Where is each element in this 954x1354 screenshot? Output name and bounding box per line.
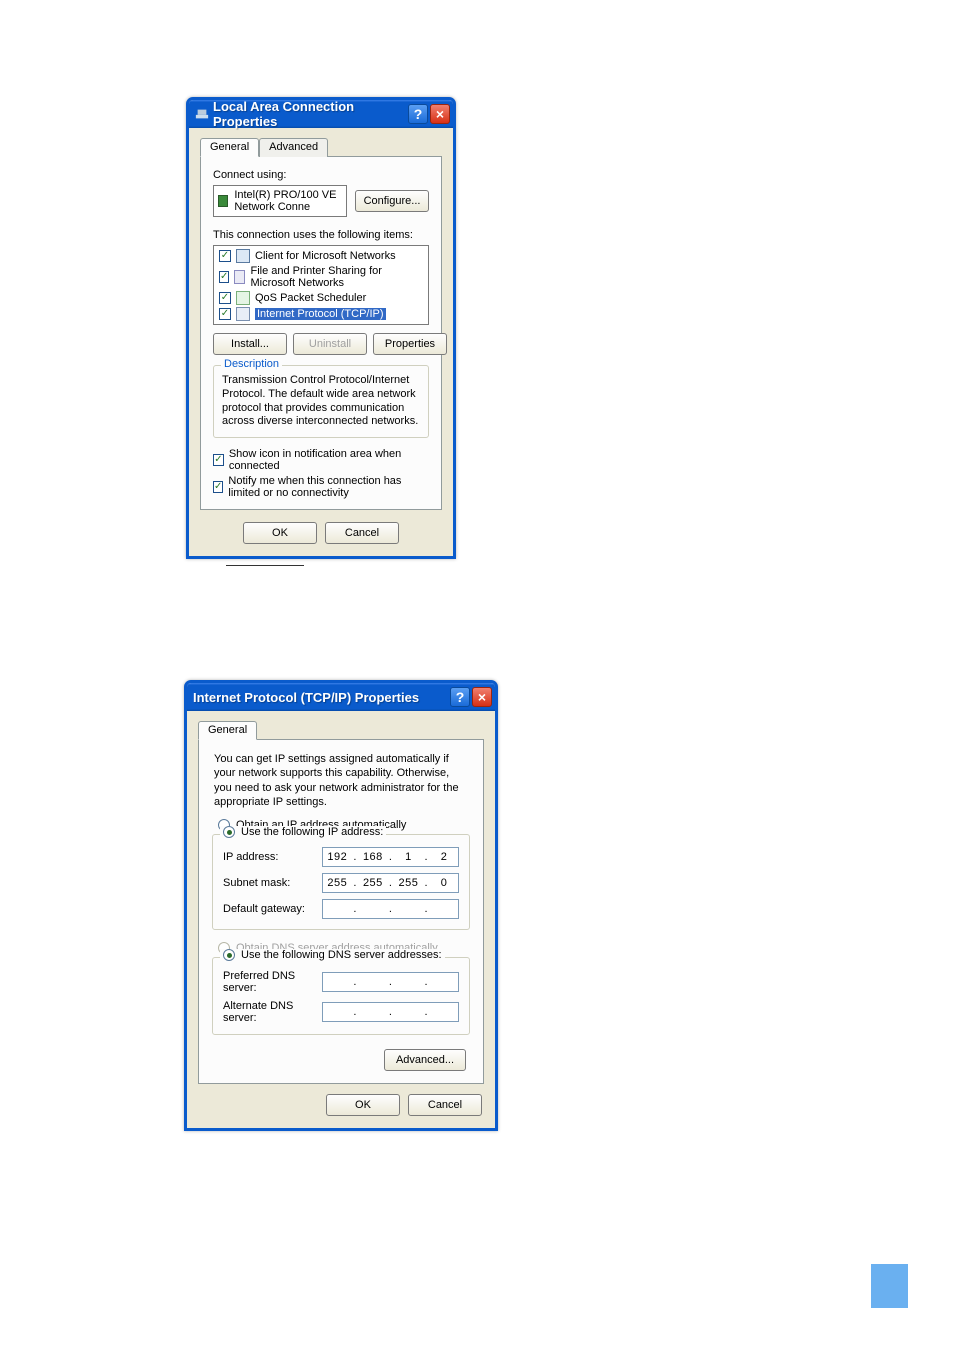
radio-label: Use the following DNS server addresses:	[241, 949, 442, 961]
ip-label: IP address:	[223, 851, 322, 863]
uses-items-label: This connection uses the following items…	[213, 229, 429, 241]
ok-button[interactable]: OK	[243, 522, 317, 544]
tab-panel-general: Connect using: Intel(R) PRO/100 VE Netwo…	[200, 156, 442, 510]
list-item[interactable]: QoS Packet Scheduler	[216, 290, 426, 306]
description-text: Transmission Control Protocol/Internet P…	[222, 374, 420, 429]
nic-icon	[218, 195, 228, 207]
gateway-label: Default gateway:	[223, 903, 322, 915]
oct[interactable]: 255	[323, 877, 351, 889]
radio-use-dns[interactable]: Use the following DNS server addresses:	[220, 949, 445, 961]
help-button[interactable]: ?	[450, 687, 470, 707]
list-item-selected[interactable]: Internet Protocol (TCP/IP)	[216, 306, 426, 322]
radio-icon[interactable]	[223, 826, 235, 838]
item-label: Client for Microsoft Networks	[255, 250, 396, 262]
titlebar: Local Area Connection Properties ? ×	[189, 100, 453, 128]
connection-icon	[195, 107, 209, 121]
checkbox[interactable]	[219, 308, 231, 320]
checkbox[interactable]	[219, 250, 231, 262]
dialog-body: General You can get IP settings assigned…	[187, 711, 495, 1128]
install-button[interactable]: Install...	[213, 333, 287, 355]
cancel-button[interactable]: Cancel	[325, 522, 399, 544]
checkbox[interactable]	[219, 292, 231, 304]
alt-dns-label: Alternate DNS server:	[223, 1000, 322, 1024]
tab-advanced[interactable]: Advanced	[259, 138, 328, 157]
ip-fieldset: Use the following IP address: IP address…	[212, 834, 470, 930]
preferred-dns-input[interactable]: . . .	[322, 972, 459, 992]
subnet-mask-input[interactable]: 255. 255. 255. 0	[322, 873, 459, 893]
item-label: Internet Protocol (TCP/IP)	[255, 308, 386, 320]
client-icon	[236, 249, 250, 263]
cancel-button[interactable]: Cancel	[408, 1094, 482, 1116]
close-button[interactable]: ×	[472, 687, 492, 707]
decorative-underline	[226, 565, 304, 566]
description-group: Description Transmission Control Protoco…	[213, 365, 429, 438]
radio-icon[interactable]	[223, 949, 235, 961]
adapter-name: Intel(R) PRO/100 VE Network Conne	[234, 189, 342, 213]
tabs: General Advanced	[200, 138, 442, 157]
oct[interactable]: 1	[394, 851, 422, 863]
oct[interactable]: 192	[323, 851, 351, 863]
subnet-label: Subnet mask:	[223, 877, 322, 889]
close-button[interactable]: ×	[430, 104, 450, 124]
tcpip-icon	[236, 307, 250, 321]
titlebar: Internet Protocol (TCP/IP) Properties ? …	[187, 683, 495, 711]
dialog-body: General Advanced Connect using: Intel(R)…	[189, 128, 453, 556]
oct[interactable]: 255	[394, 877, 422, 889]
gateway-input[interactable]: . . .	[322, 899, 459, 919]
list-item[interactable]: Client for Microsoft Networks	[216, 248, 426, 264]
notify-checkbox[interactable]	[213, 481, 223, 493]
show-icon-checkbox[interactable]	[213, 454, 224, 466]
tab-general[interactable]: General	[200, 138, 259, 157]
show-icon-label: Show icon in notification area when conn…	[229, 448, 429, 472]
window-title: Internet Protocol (TCP/IP) Properties	[193, 690, 448, 705]
tab-general[interactable]: General	[198, 721, 257, 740]
list-item[interactable]: File and Printer Sharing for Microsoft N…	[216, 264, 426, 290]
dns-fieldset: Use the following DNS server addresses: …	[212, 957, 470, 1035]
qos-icon	[236, 291, 250, 305]
tabs: General	[198, 721, 484, 740]
tab-panel-general: You can get IP settings assigned automat…	[198, 739, 484, 1084]
items-listbox[interactable]: Client for Microsoft Networks File and P…	[213, 245, 429, 325]
oct[interactable]: 0	[430, 877, 458, 889]
configure-button[interactable]: Configure...	[355, 190, 429, 212]
share-icon	[234, 270, 245, 284]
oct[interactable]: 168	[359, 851, 387, 863]
ip-address-input[interactable]: 192. 168. 1. 2	[322, 847, 459, 867]
notify-label: Notify me when this connection has limit…	[228, 475, 429, 499]
tcpip-properties-dialog: Internet Protocol (TCP/IP) Properties ? …	[184, 680, 498, 1131]
item-label: File and Printer Sharing for Microsoft N…	[250, 265, 423, 289]
radio-label: Use the following IP address:	[241, 826, 383, 838]
adapter-field: Intel(R) PRO/100 VE Network Conne	[213, 185, 347, 217]
alternate-dns-input[interactable]: . . .	[322, 1002, 459, 1022]
pref-dns-label: Preferred DNS server:	[223, 970, 322, 994]
radio-use-ip[interactable]: Use the following IP address:	[220, 826, 386, 838]
item-label: QoS Packet Scheduler	[255, 292, 366, 304]
checkbox[interactable]	[219, 271, 229, 283]
connection-properties-dialog: Local Area Connection Properties ? × Gen…	[186, 97, 456, 559]
window-title: Local Area Connection Properties	[213, 99, 406, 129]
properties-button[interactable]: Properties	[373, 333, 447, 355]
oct[interactable]: 255	[359, 877, 387, 889]
advanced-button[interactable]: Advanced...	[384, 1049, 466, 1071]
uninstall-button[interactable]: Uninstall	[293, 333, 367, 355]
connect-using-label: Connect using:	[213, 169, 429, 181]
oct[interactable]: 2	[430, 851, 458, 863]
page-corner-decoration	[871, 1264, 908, 1308]
ok-button[interactable]: OK	[326, 1094, 400, 1116]
description-label: Description	[221, 358, 282, 370]
intro-text: You can get IP settings assigned automat…	[212, 752, 470, 817]
help-button[interactable]: ?	[408, 104, 428, 124]
